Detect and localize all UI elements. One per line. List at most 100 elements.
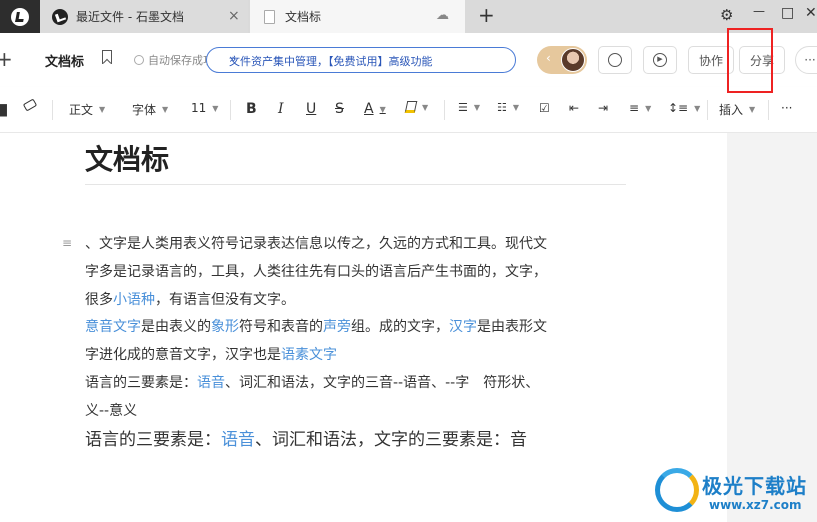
hyperlink[interactable]: 小语种 — [113, 292, 155, 308]
text-run: 组。成的文字， — [351, 319, 449, 335]
tab-recent-files[interactable]: 最近文件 - 石墨文档 × — [40, 0, 248, 33]
hyperlink[interactable]: 象形 — [211, 319, 239, 335]
minimize-button[interactable]: — — [753, 4, 765, 18]
font-value: 字体 — [132, 103, 157, 117]
hyperlink[interactable]: 语音 — [221, 430, 255, 450]
format-painter-icon[interactable]: ▆ — [0, 101, 7, 117]
document-heading[interactable]: 文档标 — [85, 138, 169, 178]
paragraph-line[interactable]: 、文字是人类用表义符号记录表达信息以传之，久远的方式和工具。现代文 — [85, 233, 547, 253]
paragraph-line[interactable]: 字多是记录语言的，工具，人类往往先有口头的语言后产生书面的，文字， — [85, 261, 547, 281]
text-run: 、文字是人类用表义符号记录表达信息以传之，久远的方式和工具。现代文 — [85, 236, 547, 252]
text-run: 、词汇和语法，文字的三音--语音、--字 符形状、 — [225, 375, 540, 391]
maximize-button[interactable]: □ — [781, 5, 794, 21]
paragraph-line[interactable]: 字进化成的意音文字，汉字也是语素文字 — [85, 344, 337, 364]
text-run: 是由表形文 — [477, 319, 547, 335]
app-window: 最近文件 - 石墨文档 × 文档标 ☁ + ⚙ — □ ✕ + 文档标 自动保存… — [0, 0, 817, 522]
add-icon[interactable]: + — [0, 47, 13, 71]
checklist-button[interactable]: ☑ — [539, 101, 550, 115]
hyperlink[interactable]: 声旁 — [323, 319, 351, 335]
more-menu-button[interactable]: ··· — [795, 46, 817, 74]
underline-button[interactable]: U — [306, 101, 316, 117]
paragraph-line[interactable]: 语言的三要素是：语音、词汇和语法，文字的三音--语音、--字 符形状、 — [85, 372, 539, 392]
indent-decrease-button[interactable]: ⇤ — [569, 101, 579, 115]
paragraph-line[interactable]: 意音文字是由表义的象形符号和表音的声旁组。成的文字，汉字是由表形文 — [85, 316, 547, 336]
chevron-down-icon: ▼ — [422, 102, 429, 112]
cloud-icon: ☁ — [436, 8, 449, 23]
history-button[interactable] — [598, 46, 632, 74]
shimo-tab-icon — [52, 8, 68, 25]
paragraph-line[interactable]: 语言的三要素是：语音、词汇和语法，文字的三要素是：音 — [85, 425, 527, 450]
collaborate-label: 协作 — [698, 53, 723, 68]
ordered-list-button[interactable]: ☰ ▼ — [458, 101, 480, 114]
promo-banner[interactable]: 文件资产集中管理，【免费试用】高级功能 » — [206, 47, 516, 73]
history-icon — [608, 53, 622, 67]
watermark-logo-icon — [655, 468, 699, 512]
paragraph-line[interactable]: 义--意义 — [85, 400, 137, 420]
shimo-logo-icon — [11, 7, 29, 26]
hyperlink[interactable]: 语素文字 — [281, 347, 337, 363]
collaborator-avatars[interactable]: ‹ — [537, 46, 587, 74]
text-run: 是由表义的 — [141, 319, 211, 335]
play-icon: ▶ — [653, 53, 667, 67]
close-icon[interactable]: × — [228, 8, 240, 24]
toolbar-divider — [230, 100, 231, 120]
tab-label: 文档标 — [285, 10, 322, 24]
indent-increase-icon: ⇥ — [598, 101, 609, 115]
insert-menu[interactable]: 插入 ▼ — [719, 101, 755, 118]
toolbar-divider — [707, 100, 708, 120]
font-size-select[interactable]: 11 ▼ — [191, 101, 218, 115]
ordered-list-icon: ☰ — [458, 101, 468, 114]
font-select[interactable]: 字体 ▼ — [132, 101, 168, 118]
new-tab-button[interactable]: + — [478, 3, 495, 27]
hyperlink[interactable]: 语音 — [197, 375, 225, 391]
chevron-down-icon: ▼ — [694, 103, 701, 113]
highlighter-icon — [404, 101, 418, 113]
watermark: 极光下载站 www.xz7.com — [655, 466, 815, 518]
chevron-down-icon: ▼ — [162, 105, 169, 114]
indent-decrease-icon: ⇤ — [569, 101, 580, 115]
text-run: 语言的三要素是： — [85, 430, 221, 450]
insert-label: 插入 — [719, 103, 744, 117]
chevron-down-icon: ▼ — [645, 103, 652, 113]
document-icon — [264, 9, 275, 24]
paragraph-line[interactable]: 很多小语种，有语言但没有文字。 — [85, 289, 295, 309]
eraser-icon[interactable] — [22, 98, 38, 112]
indent-increase-button[interactable]: ⇥ — [598, 101, 608, 115]
text-color-label: A — [364, 101, 374, 117]
document-header: + 文档标 自动保存成功 文件资产集中管理，【免费试用】高级功能 » ‹ ▶ 协… — [0, 33, 817, 87]
text-run: 很多 — [85, 292, 113, 308]
autosave-label: 自动保存成功 — [148, 54, 214, 67]
bullet-list-button[interactable]: ☷ ▼ — [497, 101, 519, 114]
hyperlink[interactable]: 意音文字 — [85, 319, 141, 335]
paragraph-style-value: 正文 — [69, 103, 94, 117]
text-run: 字进化成的意音文字，汉字也是 — [85, 347, 281, 363]
italic-button[interactable]: I — [278, 101, 284, 117]
highlight-button[interactable]: ▼ — [404, 101, 429, 113]
more-icon: ··· — [804, 53, 816, 67]
document-title[interactable]: 文档标 — [45, 51, 84, 70]
align-button[interactable]: ≡ ▼ — [629, 101, 651, 115]
paragraph-style-select[interactable]: 正文 ▼ — [69, 101, 105, 118]
line-spacing-button[interactable]: ↕≡ ▼ — [668, 101, 700, 115]
strikethrough-button[interactable]: S — [335, 101, 344, 117]
close-window-button[interactable]: ✕ — [805, 5, 817, 21]
toolbar-divider — [768, 100, 769, 120]
present-button[interactable]: ▶ — [643, 46, 677, 74]
shimo-logo[interactable] — [0, 0, 40, 33]
chevron-down-icon: ▼ — [512, 103, 520, 112]
tab-document[interactable]: 文档标 ☁ — [250, 0, 465, 33]
chevron-down-icon: ▼ — [379, 104, 386, 114]
text-run: 、词汇和语法，文字的三要素是：音 — [255, 430, 527, 450]
check-icon — [134, 55, 144, 65]
more-toolbar-button[interactable]: ··· — [781, 101, 792, 115]
drag-handle-icon[interactable]: ≡ — [62, 236, 72, 250]
hyperlink[interactable]: 汉字 — [449, 319, 477, 335]
bold-button[interactable]: B — [246, 101, 257, 117]
settings-icon[interactable]: ⚙ — [720, 6, 733, 24]
text-run: ，有语言但没有文字。 — [155, 292, 295, 308]
text-color-button[interactable]: A ▼ — [364, 101, 386, 117]
text-run: 义--意义 — [85, 403, 138, 419]
autosave-status: 自动保存成功 — [134, 52, 214, 68]
avatar — [561, 48, 585, 72]
watermark-url: www.xz7.com — [709, 498, 802, 512]
